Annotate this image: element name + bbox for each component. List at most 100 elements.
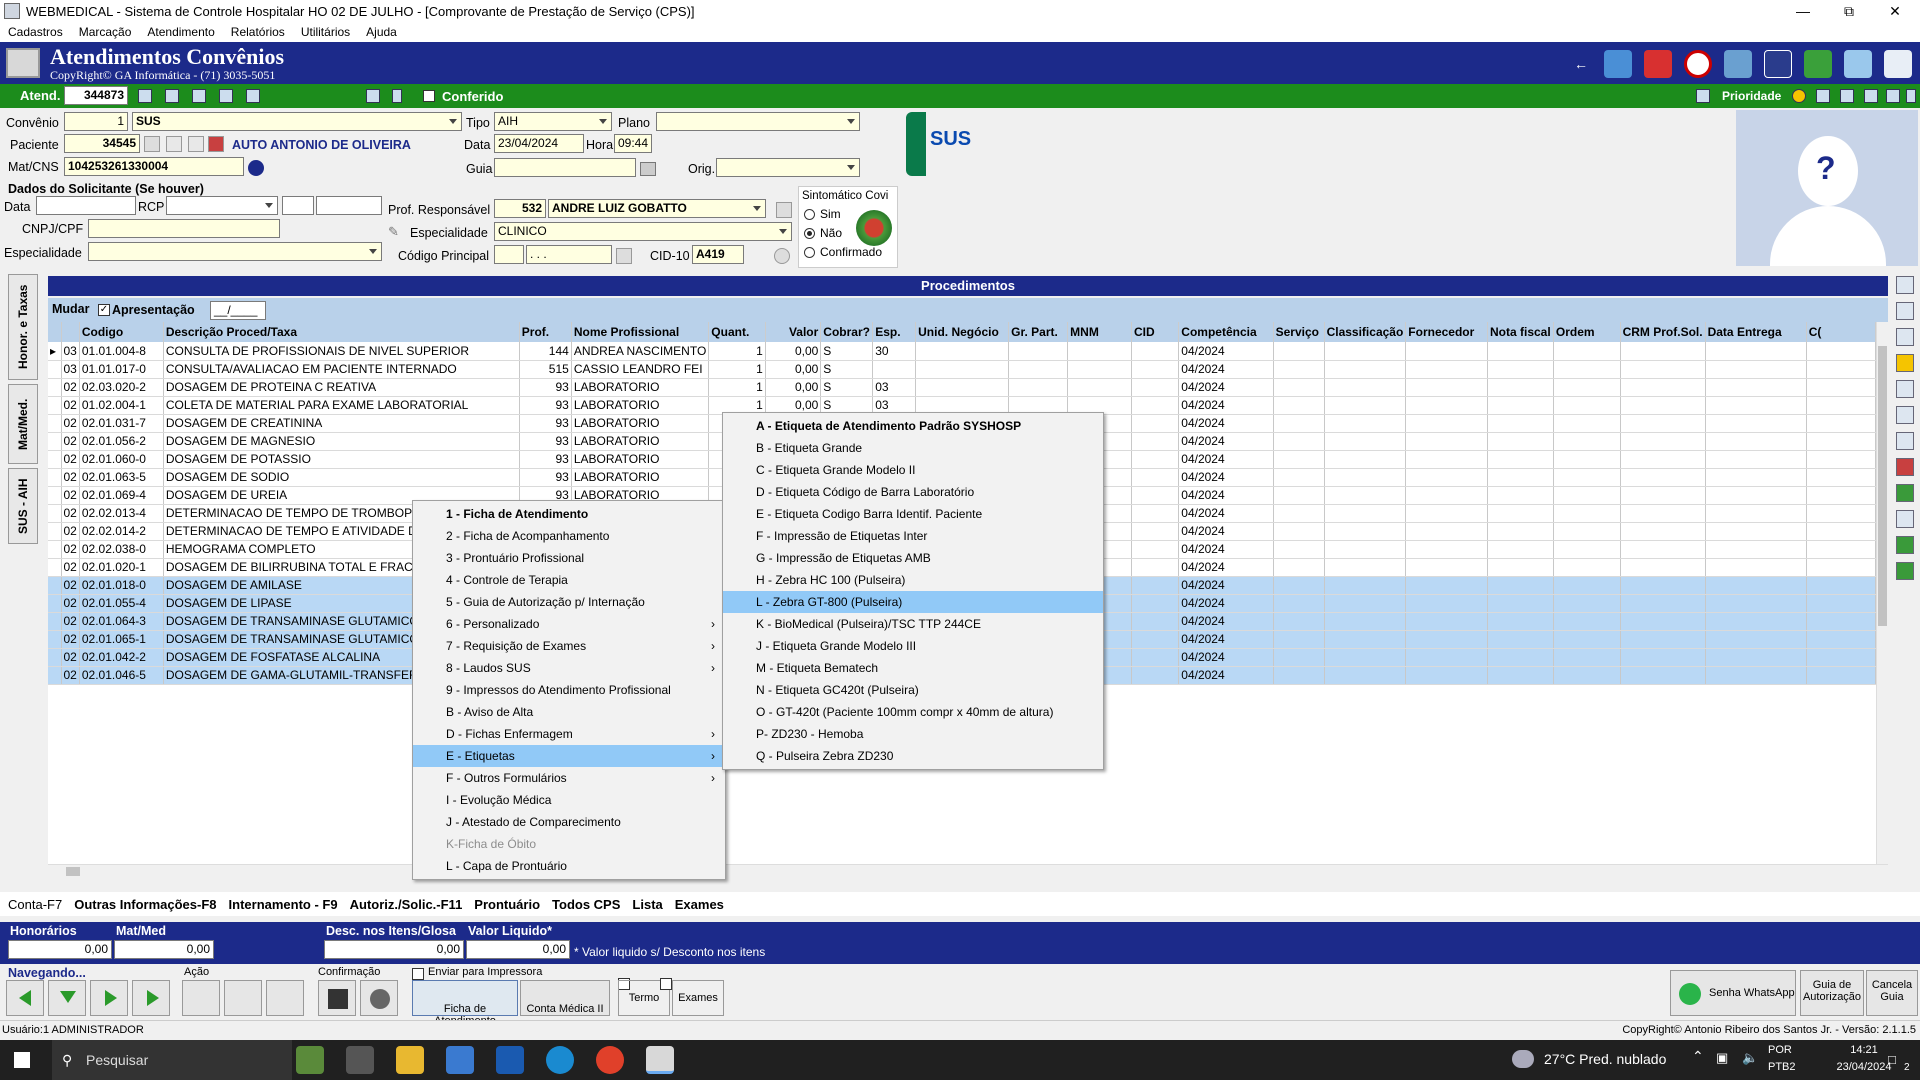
back-arrow-icon[interactable]: ← (1574, 56, 1588, 72)
tab-exames[interactable]: Exames (667, 897, 728, 912)
guia-autorizacao-button[interactable]: Guia de Autorização (1800, 970, 1864, 1016)
row-cobrar[interactable]: S (820, 342, 874, 361)
taskbar-search[interactable]: ⚲ Pesquisar (52, 1040, 292, 1080)
row-fornecedor[interactable] (1405, 504, 1488, 523)
prev-record-icon[interactable] (165, 89, 179, 103)
info-icon[interactable] (248, 160, 264, 176)
context-menu-item[interactable]: I - Evolução Médica (413, 789, 725, 811)
col-cobrar[interactable]: Cobrar? (820, 322, 874, 342)
row-descricao[interactable]: CONSULTA DE PROFISSIONAIS DE NIVEL SUPER… (163, 342, 520, 361)
row-data-entrega[interactable] (1705, 468, 1807, 487)
etiquetas-submenu-item[interactable]: P- ZD230 - Hemoba (723, 723, 1103, 745)
tab-conta[interactable]: Conta-F7 (0, 897, 66, 912)
nav-last-button[interactable] (132, 980, 170, 1016)
chrome-icon[interactable] (596, 1046, 624, 1074)
tab-outras-informacoes[interactable]: Outras Informações-F8 (66, 897, 220, 912)
document-icon[interactable] (166, 136, 182, 152)
row-indicator[interactable] (48, 468, 62, 487)
row-descricao[interactable]: CONSULTA/AVALIACAO EM PACIENTE INTERNADO (163, 360, 520, 379)
row-tipo[interactable]: 03 (61, 360, 80, 379)
trash-icon[interactable] (1896, 328, 1914, 346)
row-nota-fiscal[interactable] (1487, 666, 1554, 685)
edit-button[interactable] (224, 980, 262, 1016)
codigo-principal-field[interactable]: . . . (526, 245, 612, 264)
row-cid[interactable] (1131, 540, 1180, 559)
col-servico[interactable]: Serviço (1273, 322, 1325, 342)
row-servico[interactable] (1273, 612, 1325, 631)
col-descricao[interactable]: Descrição Proced/Taxa (163, 322, 520, 342)
row-servico[interactable] (1273, 450, 1325, 469)
row-ordem[interactable] (1553, 612, 1621, 631)
context-menu-item[interactable]: E - Etiquetas › (413, 745, 725, 767)
row-fornecedor[interactable] (1405, 486, 1488, 505)
row-codigo[interactable]: 02.01.060-0 (79, 450, 164, 469)
row-servico[interactable] (1273, 468, 1325, 487)
guia-lookup-icon[interactable] (640, 162, 656, 176)
row-fornecedor[interactable] (1405, 666, 1488, 685)
row-indicator[interactable] (48, 594, 62, 613)
row-ordem[interactable] (1553, 360, 1621, 379)
exames-button[interactable]: Exames (672, 980, 724, 1016)
row-nota-fiscal[interactable] (1487, 612, 1554, 631)
plano-select[interactable] (656, 112, 860, 131)
row-quant[interactable]: 1 (708, 378, 766, 397)
row-nome-profissional[interactable]: LABORATORIO (571, 450, 710, 469)
row-fornecedor[interactable] (1405, 540, 1488, 559)
task-view-icon[interactable] (346, 1046, 374, 1074)
row-competencia[interactable]: 04/2024 (1178, 648, 1274, 667)
row-ordem[interactable] (1553, 450, 1621, 469)
printer-icon[interactable] (1896, 458, 1914, 476)
row-descricao[interactable]: COLETA DE MATERIAL PARA EXAME LABORATORI… (163, 396, 520, 415)
row-prof[interactable]: 515 (519, 360, 572, 379)
row-nota-fiscal[interactable] (1487, 378, 1554, 397)
row-nota-fiscal[interactable] (1487, 396, 1554, 415)
print-icon[interactable] (208, 136, 224, 152)
row-co[interactable] (1806, 576, 1876, 595)
nav-prev-button[interactable] (48, 980, 86, 1016)
row-indicator[interactable] (48, 522, 62, 541)
row-ordem[interactable] (1553, 378, 1621, 397)
tab-matmed[interactable]: Mat/Med. (8, 384, 38, 464)
user-icon[interactable] (1604, 50, 1632, 78)
row-fornecedor[interactable] (1405, 468, 1488, 487)
row-codigo[interactable]: 01.02.004-1 (79, 396, 164, 415)
menu-ajuda[interactable]: Ajuda (358, 25, 405, 39)
col-gr-part[interactable]: Gr. Part. (1008, 322, 1069, 342)
radio-sim[interactable] (804, 209, 815, 220)
row-classificacao[interactable] (1324, 468, 1407, 487)
row-indicator[interactable] (48, 540, 62, 559)
row-fornecedor[interactable] (1405, 630, 1488, 649)
weather-text[interactable]: 27°C Pred. nublado (1544, 1051, 1666, 1067)
row-nota-fiscal[interactable] (1487, 540, 1554, 559)
row-cid[interactable] (1131, 648, 1180, 667)
row-ordem[interactable] (1553, 504, 1621, 523)
etiquetas-submenu-item[interactable]: A - Etiqueta de Atendimento Padrão SYSHO… (723, 415, 1103, 437)
gear-a-icon[interactable] (1840, 89, 1854, 103)
row-data-entrega[interactable] (1705, 540, 1807, 559)
context-menu-item[interactable]: L - Capa de Prontuário (413, 855, 725, 877)
context-menu-item[interactable]: 8 - Laudos SUS › (413, 657, 725, 679)
cnpj-field[interactable] (88, 219, 280, 238)
etiquetas-submenu-item[interactable]: B - Etiqueta Grande (723, 437, 1103, 459)
row-cobrar[interactable]: S (820, 378, 874, 397)
radio-confirmado[interactable] (804, 247, 815, 258)
mail-icon[interactable] (496, 1046, 524, 1074)
gear-c-icon[interactable] (1886, 89, 1900, 103)
caduceus-icon[interactable] (1644, 50, 1672, 78)
row-servico[interactable] (1273, 504, 1325, 523)
row-co[interactable] (1806, 414, 1876, 433)
row-crm[interactable] (1620, 576, 1706, 595)
delete-button[interactable] (266, 980, 304, 1016)
row-competencia[interactable]: 04/2024 (1178, 504, 1274, 523)
help-icon[interactable] (1792, 89, 1806, 103)
new-button[interactable] (182, 980, 220, 1016)
row-tipo[interactable]: 02 (61, 558, 80, 577)
row-servico[interactable] (1273, 648, 1325, 667)
row-co[interactable] (1806, 450, 1876, 469)
etiquetas-submenu-item[interactable]: H - Zebra HC 100 (Pulseira) (723, 569, 1103, 591)
context-menu-item[interactable]: 1 - Ficha de Atendimento (413, 503, 725, 525)
row-crm[interactable] (1620, 504, 1706, 523)
row-servico[interactable] (1273, 576, 1325, 595)
row-classificacao[interactable] (1324, 360, 1407, 379)
row-crm[interactable] (1620, 486, 1706, 505)
